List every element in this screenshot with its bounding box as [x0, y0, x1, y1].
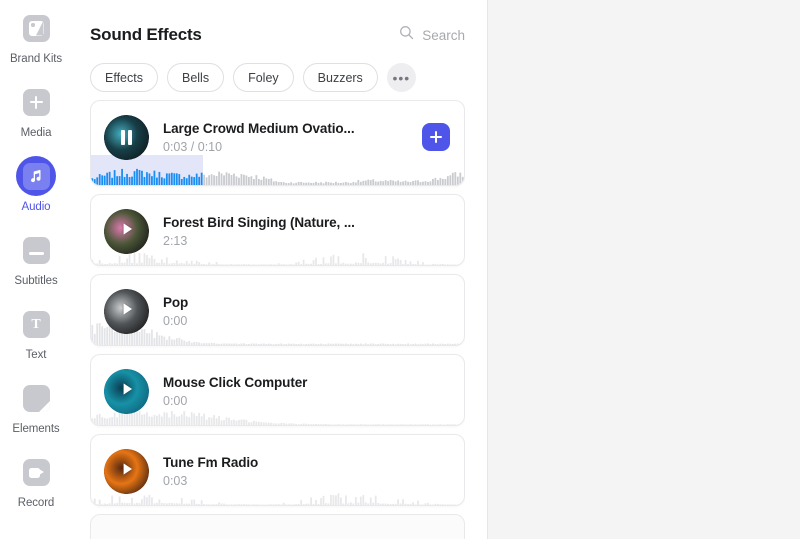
sound-duration: 0:00 [163, 394, 450, 408]
sidebar-item-elements[interactable]: Elements [0, 378, 72, 452]
canvas-stage [488, 0, 800, 539]
sound-duration: 2:13 [163, 234, 450, 248]
sidebar-label-audio: Audio [22, 201, 51, 214]
search-placeholder: Search [422, 28, 465, 43]
sound-title: Pop [163, 295, 393, 310]
sound-title: Forest Bird Singing (Nature, ... [163, 215, 393, 230]
text-icon-wrap: T [16, 304, 56, 344]
sound-item-card[interactable]: Mouse Click Computer 0:00 [90, 354, 465, 426]
sound-thumbnail[interactable] [104, 115, 149, 160]
page-title: Sound Effects [90, 25, 202, 45]
elements-icon [23, 385, 50, 412]
search-icon [399, 25, 414, 45]
panel-header: Sound Effects Search [90, 0, 487, 48]
elements-icon-wrap [16, 378, 56, 418]
sound-item-row: Tune Fm Radio 0:03 [91, 435, 464, 506]
chip-effects[interactable]: Effects [90, 63, 158, 92]
audio-note-icon [23, 163, 50, 190]
sidebar-item-audio[interactable]: Audio [0, 156, 72, 230]
sidebar-item-text[interactable]: T Text [0, 304, 72, 378]
record-camera-icon [23, 459, 50, 486]
brand-kits-icon [23, 15, 50, 42]
sound-meta: Forest Bird Singing (Nature, ... 2:13 [163, 215, 450, 248]
media-plus-icon [23, 89, 50, 116]
media-icon-wrap [16, 82, 56, 122]
sound-thumbnail[interactable] [104, 209, 149, 254]
sound-item-card[interactable]: Pop 0:00 [90, 274, 465, 346]
play-icon[interactable] [118, 460, 136, 483]
sound-effects-panel: Sound Effects Search Effects Bells Foley… [72, 0, 488, 539]
sound-duration: 0:03 [163, 474, 450, 488]
audio-icon-wrap [16, 156, 56, 196]
search-input[interactable]: Search [399, 25, 465, 45]
subtitles-icon [23, 237, 50, 264]
sound-item-row: Mouse Click Computer 0:00 [91, 355, 464, 426]
add-to-timeline-button[interactable] [422, 123, 450, 151]
sound-title: Mouse Click Computer [163, 375, 393, 390]
sidebar-item-record[interactable]: Record [0, 452, 72, 526]
sound-effects-list[interactable]: Large Crowd Medium Ovatio... 0:03 / 0:10 F… [90, 100, 465, 539]
sound-meta: Mouse Click Computer 0:00 [163, 375, 450, 408]
sound-item-row: Large Crowd Medium Ovatio... 0:03 / 0:10 [91, 101, 464, 173]
editor-window: Brand Kits Media Audio Subtitles [0, 0, 800, 539]
sound-meta: Tune Fm Radio 0:03 [163, 455, 450, 488]
sidebar-item-subtitles[interactable]: Subtitles [0, 230, 72, 304]
sidebar-label-elements: Elements [12, 423, 59, 436]
sound-item-card-partial[interactable] [90, 514, 465, 539]
sound-meta: Large Crowd Medium Ovatio... 0:03 / 0:10 [163, 121, 422, 154]
sound-item-row: Forest Bird Singing (Nature, ... 2:13 [91, 195, 464, 266]
sidebar-item-media[interactable]: Media [0, 82, 72, 156]
play-icon[interactable] [118, 300, 136, 323]
sound-title: Large Crowd Medium Ovatio... [163, 121, 393, 136]
sidebar-label-brand-kits: Brand Kits [10, 53, 62, 66]
play-icon[interactable] [118, 380, 136, 403]
record-icon-wrap [16, 452, 56, 492]
sidebar-label-subtitles: Subtitles [14, 275, 57, 288]
play-icon[interactable] [118, 220, 136, 243]
more-categories-button[interactable]: ••• [387, 63, 416, 92]
subtitles-icon-wrap [16, 230, 56, 270]
sidebar-label-media: Media [21, 127, 52, 140]
sidebar-label-text: Text [26, 349, 47, 362]
chip-buzzers[interactable]: Buzzers [303, 63, 378, 92]
sound-item-card[interactable]: Tune Fm Radio 0:03 [90, 434, 465, 506]
sound-duration: 0:03 / 0:10 [163, 140, 422, 154]
category-chip-row: Effects Bells Foley Buzzers ••• [90, 48, 487, 92]
sound-item-row: Pop 0:00 [91, 275, 464, 346]
text-icon: T [23, 311, 50, 338]
sound-item-card[interactable]: Large Crowd Medium Ovatio... 0:03 / 0:10 [90, 100, 465, 186]
sound-item-card[interactable]: Forest Bird Singing (Nature, ... 2:13 [90, 194, 465, 266]
pause-icon[interactable] [121, 130, 133, 145]
sound-thumbnail[interactable] [104, 289, 149, 334]
chip-foley[interactable]: Foley [233, 63, 294, 92]
sidebar-item-brand-kits[interactable]: Brand Kits [0, 8, 72, 82]
sound-thumbnail[interactable] [104, 449, 149, 494]
sound-thumbnail[interactable] [104, 369, 149, 414]
brand-kits-icon-wrap [16, 8, 56, 48]
sound-duration: 0:00 [163, 314, 450, 328]
sound-title: Tune Fm Radio [163, 455, 393, 470]
left-sidebar: Brand Kits Media Audio Subtitles [0, 0, 72, 539]
chip-bells[interactable]: Bells [167, 63, 224, 92]
sound-meta: Pop 0:00 [163, 295, 450, 328]
sidebar-label-record: Record [18, 497, 54, 510]
